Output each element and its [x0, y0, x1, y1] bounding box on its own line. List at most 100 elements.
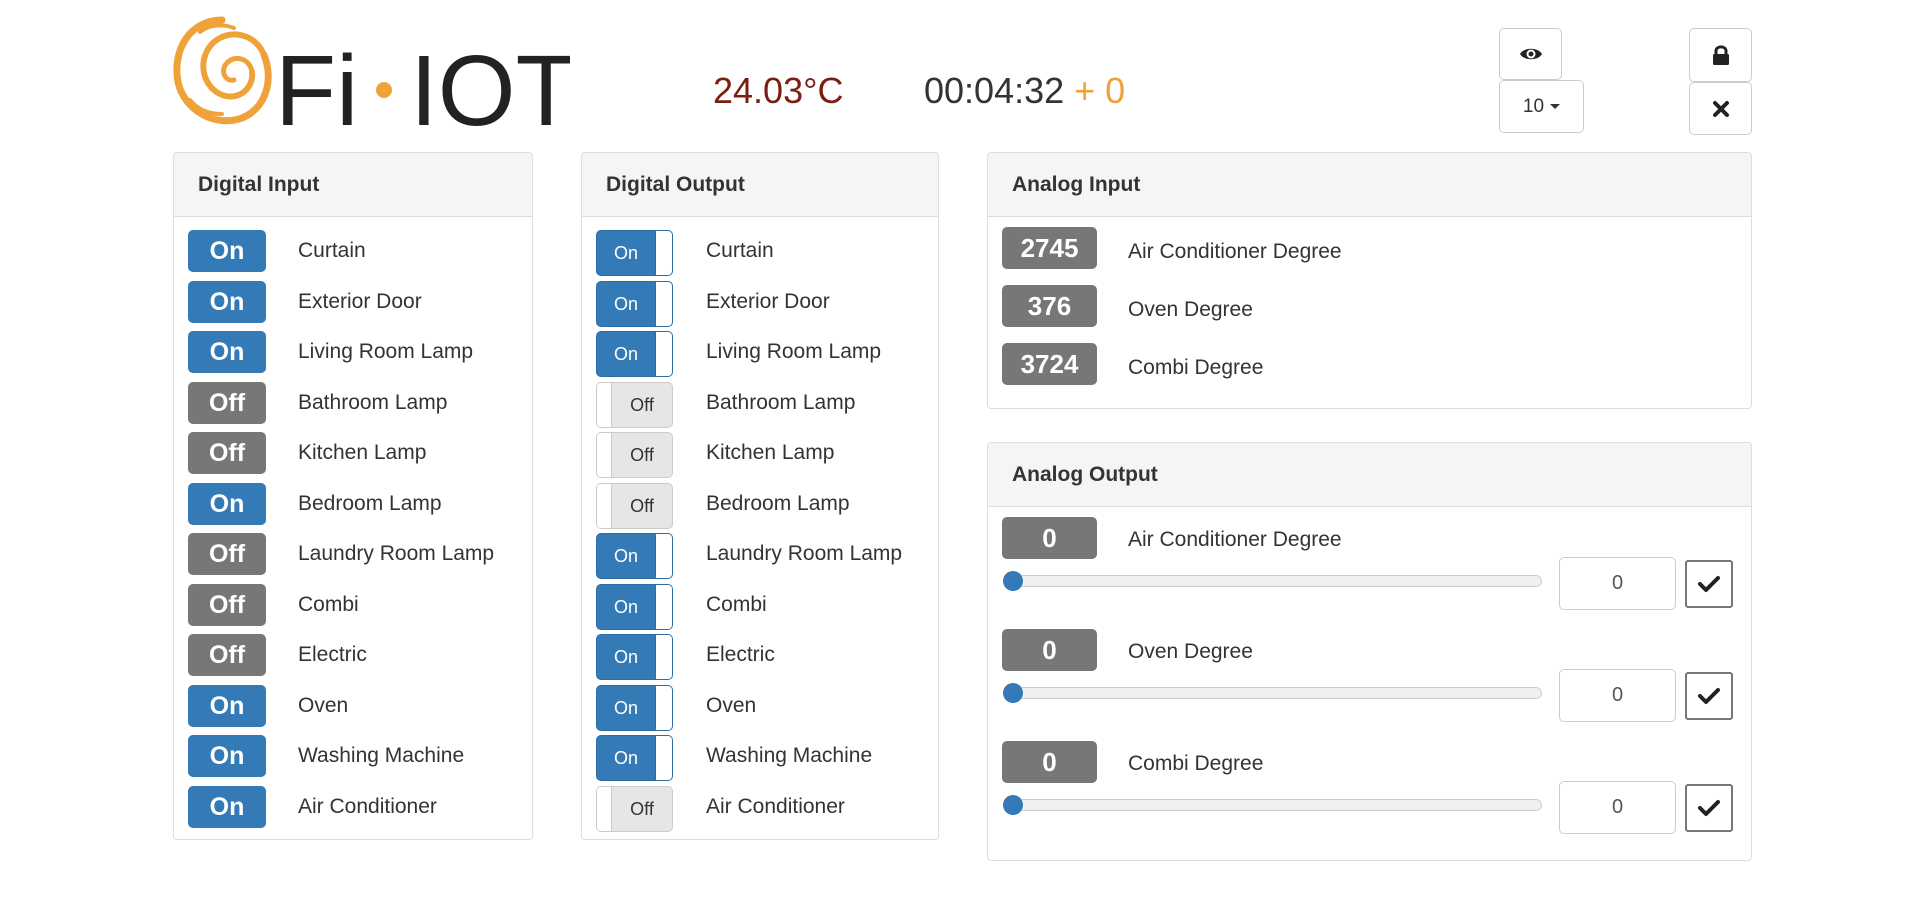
- toggle-switch[interactable]: On: [596, 735, 673, 781]
- toggle-label: On: [613, 293, 638, 314]
- state-badge: On: [188, 230, 266, 272]
- toggle-switch[interactable]: Off: [596, 432, 673, 478]
- toggle-switch[interactable]: On: [596, 634, 673, 680]
- value-badge: 376: [1002, 285, 1097, 327]
- check-icon: [1698, 800, 1720, 816]
- degree-slider[interactable]: [1003, 571, 1542, 591]
- degree-slider[interactable]: [1003, 683, 1542, 703]
- state-badge: Off: [188, 432, 266, 474]
- list-item: On Washing Machine: [174, 735, 532, 777]
- list-item: 376 Oven Degree: [988, 285, 1751, 327]
- clock-time: 00:04:32: [924, 70, 1065, 111]
- state-badge: Off: [188, 634, 266, 676]
- toggle-switch[interactable]: Off: [596, 381, 673, 428]
- toggle-label: On: [613, 546, 638, 566]
- state-badge: Off: [188, 533, 266, 575]
- value-badge: 0: [1002, 517, 1097, 559]
- page-size-value: 10: [1522, 95, 1545, 117]
- list-item: On Air Conditioner: [174, 785, 532, 828]
- toggle-knob: [597, 483, 612, 528]
- apply-button[interactable]: [1685, 784, 1733, 832]
- item-label: Exterior Door: [706, 289, 830, 313]
- item-label: Curtain: [706, 239, 774, 262]
- list-item: On Oven: [174, 684, 532, 727]
- item-label: Oven: [706, 693, 757, 717]
- check-icon: [1698, 688, 1720, 704]
- fi-iot-logo: Fi IOT: [170, 10, 570, 135]
- toggle-knob: [655, 231, 672, 275]
- toggle-label: On: [613, 596, 638, 617]
- item-label: Living Room Lamp: [298, 340, 474, 363]
- slider-thumb[interactable]: [1003, 795, 1023, 815]
- list-item: On Combi: [582, 583, 938, 630]
- toggle-knob: [655, 736, 672, 780]
- check-icon: [1698, 576, 1720, 592]
- item-label: Oven Degree: [1128, 640, 1253, 663]
- toggle-switch[interactable]: On: [596, 684, 673, 731]
- toggle-knob: [655, 332, 672, 376]
- toggle-knob: [655, 534, 672, 578]
- item-label: Living Room Lamp: [706, 340, 882, 363]
- value-badge: 2745: [1002, 227, 1097, 269]
- list-item: On Exterior Door: [174, 280, 532, 323]
- state-badge: On: [188, 684, 266, 727]
- toggle-switch[interactable]: On: [596, 533, 673, 579]
- state-badge: On: [188, 482, 266, 525]
- toggle-switch[interactable]: On: [596, 583, 673, 630]
- toggle-label: Off: [630, 495, 654, 516]
- item-label: Bathroom Lamp: [706, 390, 856, 414]
- caret-down-icon: [1550, 104, 1561, 109]
- state-badge: On: [188, 331, 266, 373]
- page-size-dropdown[interactable]: 10: [1499, 80, 1584, 133]
- list-item: On Bedroom Lamp: [174, 482, 532, 525]
- state-badge: On: [188, 735, 266, 777]
- item-label: Oven Degree: [1128, 298, 1253, 321]
- list-item: On Oven: [582, 684, 938, 731]
- list-item: On Laundry Room Lamp: [582, 533, 938, 579]
- apply-button[interactable]: [1685, 560, 1733, 608]
- value-badge: 0: [1002, 741, 1097, 783]
- toggle-label: On: [613, 243, 638, 263]
- degree-input[interactable]: [1559, 781, 1676, 834]
- close-button[interactable]: [1689, 82, 1752, 135]
- value-badge: 0: [1002, 629, 1097, 671]
- digital-output-panel: Digital Output On Curtain On Exterior Door O…: [581, 152, 939, 840]
- item-label: Electric: [298, 643, 367, 666]
- item-label: Combi Degree: [1128, 752, 1264, 775]
- item-label: Washing Machine: [706, 744, 873, 767]
- toggle-label: On: [613, 748, 638, 768]
- item-label: Kitchen Lamp: [298, 441, 427, 464]
- state-badge: On: [188, 785, 266, 828]
- state-badge: On: [188, 280, 266, 323]
- lock-button[interactable]: [1689, 28, 1752, 82]
- toggle-knob: [597, 433, 612, 477]
- eye-icon: [1519, 48, 1542, 60]
- toggle-knob: [597, 382, 612, 427]
- toggle-switch[interactable]: Off: [596, 785, 673, 832]
- toggle-switch[interactable]: Off: [596, 482, 673, 529]
- item-label: Electric: [706, 643, 775, 666]
- digital-input-panel: Digital Input On Curtain On Exterior Door On…: [173, 152, 533, 840]
- analog-input-panel: Analog Input 2745 Air Conditioner Degree 3…: [987, 152, 1752, 409]
- degree-input[interactable]: [1559, 557, 1676, 610]
- toggle-knob: [597, 786, 612, 831]
- item-label: Kitchen Lamp: [706, 441, 835, 464]
- slider-thumb[interactable]: [1003, 571, 1023, 591]
- degree-input[interactable]: [1559, 669, 1676, 722]
- list-item: Off Bathroom Lamp: [174, 381, 532, 424]
- toggle-switch[interactable]: On: [596, 331, 673, 377]
- degree-slider[interactable]: [1003, 795, 1542, 815]
- view-button[interactable]: [1499, 28, 1562, 80]
- toggle-switch[interactable]: On: [596, 280, 673, 327]
- state-badge: Off: [188, 583, 266, 626]
- toggle-label: On: [613, 697, 638, 718]
- toggle-switch[interactable]: On: [596, 230, 673, 276]
- value-badge: 3724: [1002, 343, 1097, 385]
- list-item: Off Laundry Room Lamp: [174, 533, 532, 575]
- item-label: Laundry Room Lamp: [706, 542, 903, 565]
- state-badge: Off: [188, 381, 266, 424]
- slider-thumb[interactable]: [1003, 683, 1023, 703]
- apply-button[interactable]: [1685, 672, 1733, 720]
- item-label: Air Conditioner: [298, 794, 437, 818]
- item-label: Combi: [298, 592, 359, 616]
